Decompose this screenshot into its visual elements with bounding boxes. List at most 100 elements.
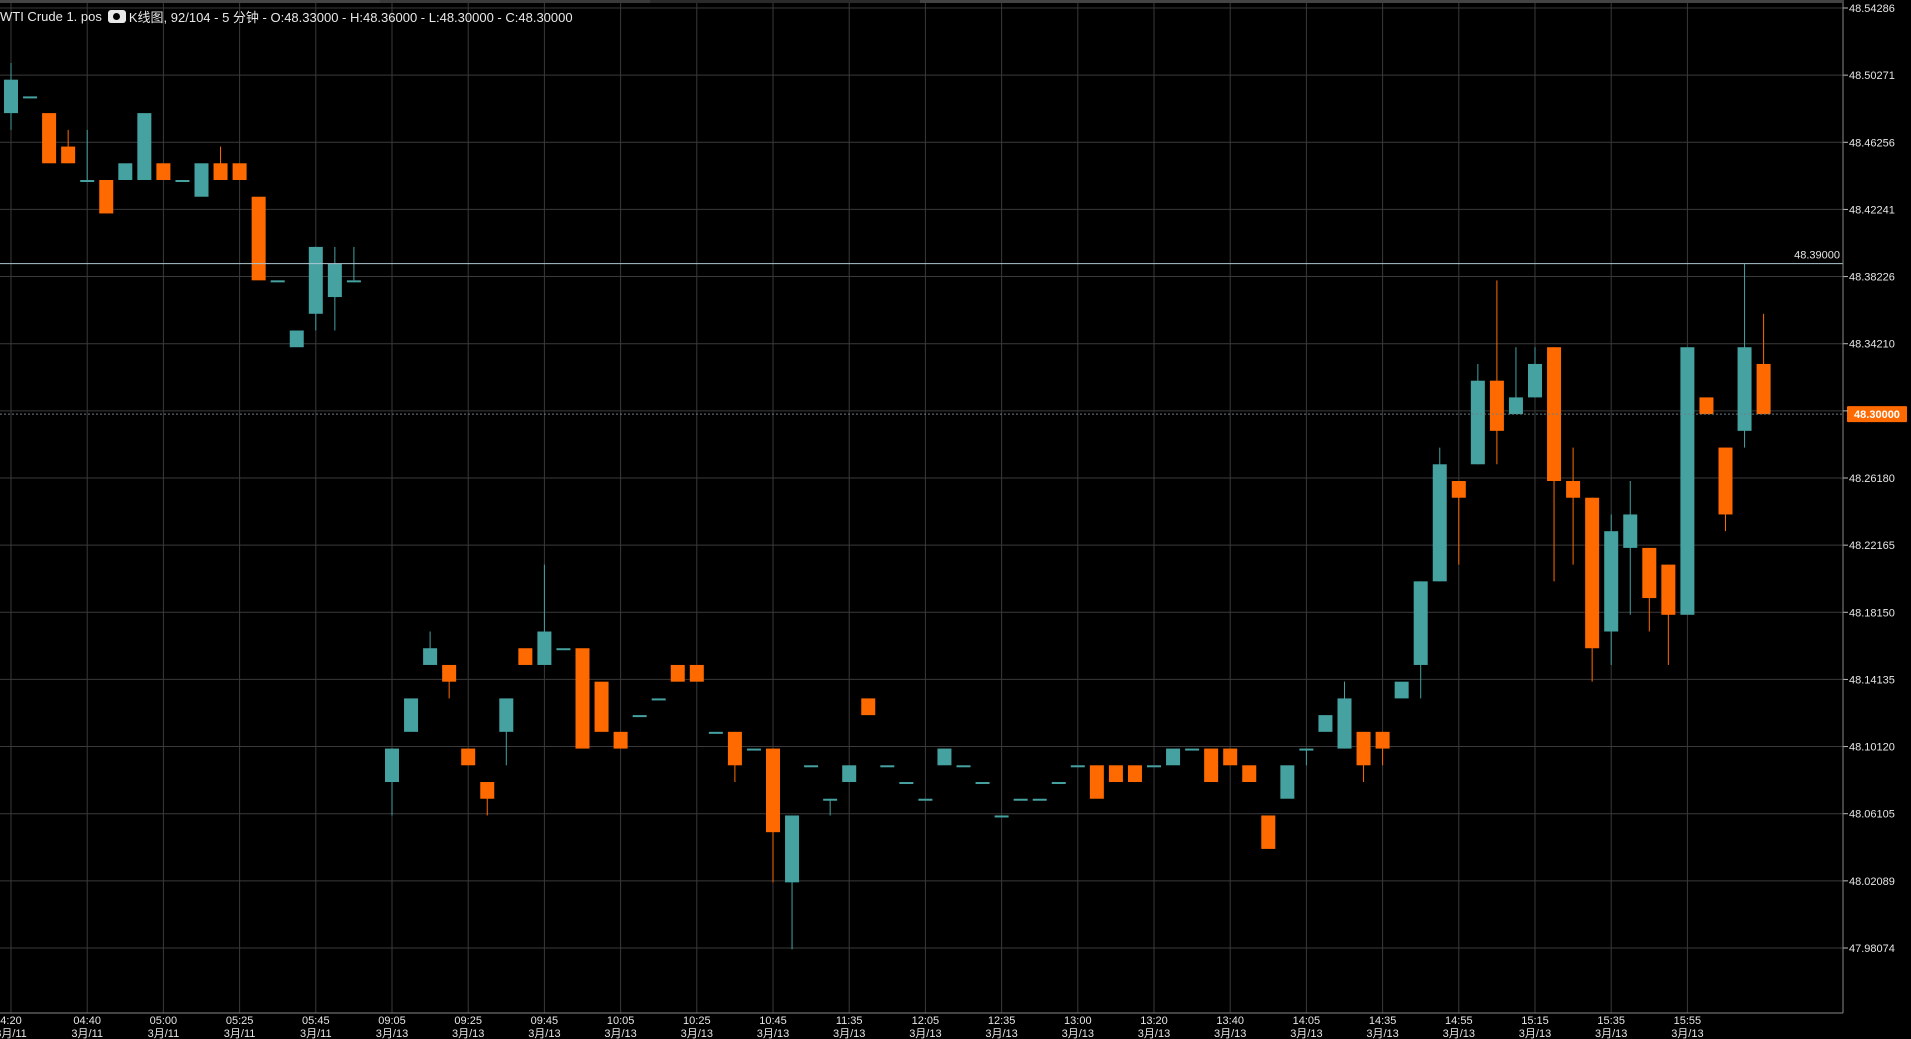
candle xyxy=(1166,748,1181,766)
candle xyxy=(804,765,819,768)
candle-body-down xyxy=(213,163,228,181)
candle-body-up xyxy=(23,96,38,99)
candle-body-down xyxy=(232,163,247,181)
candle-body-up xyxy=(1604,531,1619,632)
candle-body-up xyxy=(1337,698,1352,749)
x-tick-date: 3月/11 xyxy=(71,1028,103,1039)
ohlc-info: K线图, 92/104 - 5 分钟 - O:48.33000 - H:48.3… xyxy=(128,9,573,25)
candle xyxy=(861,698,876,716)
x-tick-time: 4:20 xyxy=(0,1015,21,1027)
candle xyxy=(270,280,285,283)
candle-body-down xyxy=(727,731,742,766)
candle xyxy=(232,163,247,181)
candle-body-up xyxy=(1508,397,1523,415)
candle xyxy=(1432,447,1447,582)
y-tick-label: 48.14135 xyxy=(1849,674,1895,686)
candle xyxy=(1261,815,1276,849)
candle xyxy=(480,782,495,816)
x-tick-date: 3月/13 xyxy=(833,1028,865,1039)
x-tick-time: 10:05 xyxy=(607,1015,635,1027)
grid xyxy=(0,0,1843,1013)
candle-body-down xyxy=(480,782,495,799)
y-tick-label: 48.10120 xyxy=(1849,742,1895,754)
candle-body-down xyxy=(1566,481,1581,498)
x-tick-date: 3月/11 xyxy=(224,1028,256,1039)
y-tick-label: 48.42241 xyxy=(1849,204,1895,216)
y-tick-label: 48.50271 xyxy=(1849,70,1895,82)
candle xyxy=(1528,347,1542,398)
candle xyxy=(1108,765,1123,783)
candle xyxy=(842,765,857,783)
x-tick-date: 3月/13 xyxy=(985,1028,1017,1039)
candle xyxy=(1489,280,1504,465)
candle xyxy=(175,180,190,183)
candle-body-up xyxy=(556,648,571,651)
x-tick-time: 10:45 xyxy=(759,1015,787,1027)
x-tick-date: 3月/13 xyxy=(604,1028,636,1039)
chart-header: WTI Crude 1. pos K线图, 92/104 - 5 分钟 - O:… xyxy=(0,5,573,27)
y-tick-label: 48.46256 xyxy=(1849,137,1895,149)
symbol-label[interactable]: WTI Crude 1. pos xyxy=(0,9,102,24)
candle xyxy=(1375,731,1390,766)
x-tick-date: 3月/13 xyxy=(1671,1028,1703,1039)
eye-icon[interactable] xyxy=(107,9,126,23)
candle xyxy=(956,765,971,768)
candle xyxy=(708,731,723,734)
candle xyxy=(537,564,552,665)
candle xyxy=(1508,347,1523,415)
x-tick-time: 05:00 xyxy=(150,1015,178,1027)
candle-body-up xyxy=(175,180,190,183)
y-tick-label: 48.54286 xyxy=(1849,3,1895,15)
candle-body-down xyxy=(518,648,533,665)
candle xyxy=(213,146,228,181)
candle-body-up xyxy=(423,648,438,665)
x-tick-date: 3月/11 xyxy=(148,1028,180,1039)
candle-body-down xyxy=(1699,397,1714,415)
candle-body-up xyxy=(651,698,666,701)
candle-body-up xyxy=(385,748,399,783)
x-tick-time: 15:15 xyxy=(1521,1015,1549,1027)
candle-body-down xyxy=(61,146,76,164)
candle-body-up xyxy=(1528,363,1542,398)
candle xyxy=(1356,731,1371,783)
candle-body-up xyxy=(994,815,1009,818)
candle xyxy=(651,698,666,701)
candle-body-up xyxy=(1147,765,1161,768)
candles xyxy=(4,62,1771,950)
candle xyxy=(823,798,838,816)
candle xyxy=(1223,748,1238,766)
candle-body-down xyxy=(861,698,876,716)
top-border-segment xyxy=(380,0,650,3)
candle xyxy=(156,163,171,181)
candle xyxy=(251,196,266,281)
x-tick-time: 12:35 xyxy=(988,1015,1016,1027)
candle xyxy=(385,748,399,816)
x-tick-time: 05:25 xyxy=(226,1015,254,1027)
x-tick-date: 3月/11 xyxy=(0,1028,27,1039)
candle xyxy=(1642,547,1657,632)
candle xyxy=(1051,782,1066,785)
candle xyxy=(1032,798,1047,801)
candle-body-up xyxy=(1394,681,1409,699)
candle-body-up xyxy=(785,815,800,883)
candlestick-chart[interactable]: 48.39000 48.30000 48.54286 48.50271 48.4625… xyxy=(0,0,1911,1039)
candle xyxy=(327,246,342,331)
x-tick-time: 11:35 xyxy=(836,1015,863,1027)
candle xyxy=(194,163,209,197)
x-tick-date: 3月/13 xyxy=(1443,1028,1475,1039)
candle-body-up xyxy=(404,698,419,732)
candle-body-up xyxy=(80,180,95,183)
candle-body-up xyxy=(746,748,761,751)
current-price-label: 48.30000 xyxy=(1854,409,1900,421)
candle xyxy=(442,664,457,699)
candle xyxy=(1756,313,1771,415)
candle-body-up xyxy=(308,246,323,314)
candle xyxy=(594,681,609,732)
candle-body-down xyxy=(1489,380,1504,431)
candle xyxy=(746,748,761,751)
candle-body-up xyxy=(1680,347,1695,615)
candle xyxy=(1070,765,1085,768)
candle xyxy=(1661,564,1676,665)
x-tick-date: 3月/13 xyxy=(757,1028,789,1039)
x-tick-date: 3月/13 xyxy=(1290,1028,1322,1039)
